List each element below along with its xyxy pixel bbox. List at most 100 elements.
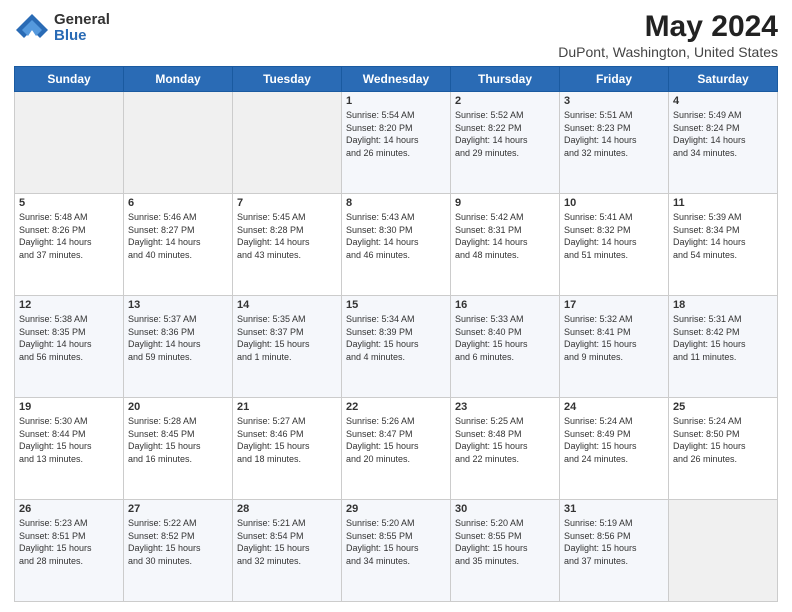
calendar-cell: 19Sunrise: 5:30 AM Sunset: 8:44 PM Dayli… [15,398,124,500]
main-title: May 2024 [558,10,778,44]
calendar-body: 1 Sunrise: 5:54 AM Sunset: 8:20 PM Daylig… [15,92,778,602]
calendar-cell: 18Sunrise: 5:31 AM Sunset: 8:42 PM Dayli… [669,296,778,398]
calendar-cell: 28 Sunrise: 5:21 AM Sunset: 8:54 PM Dayli… [233,500,342,602]
day-info: Sunrise: 5:45 AM Sunset: 8:28 PM Dayligh… [237,211,337,261]
day-info: Sunrise: 5:32 AM Sunset: 8:41 PM Dayligh… [564,313,664,363]
day-number: 31 [564,503,664,515]
day-number: 13 [128,299,228,311]
calendar-cell: 22 Sunrise: 5:26 AM Sunset: 8:47 PM Dayli… [342,398,451,500]
week-row-5: 26 Sunrise: 5:23 AM Sunset: 8:51 PM Dayli… [15,500,778,602]
day-info: Sunrise: 5:20 AM Sunset: 8:55 PM Dayligh… [346,517,446,567]
day-info: Sunrise: 5:24 AM Sunset: 8:50 PM Dayligh… [673,415,773,465]
day-number: 3 [564,95,664,107]
calendar-cell: 6Sunrise: 5:46 AM Sunset: 8:27 PM Daylig… [124,194,233,296]
calendar-cell: 23 Sunrise: 5:25 AM Sunset: 8:48 PM Dayli… [451,398,560,500]
logo-icon [14,10,50,46]
page: General Blue May 2024 DuPont, Washington… [0,0,792,612]
week-row-1: 1 Sunrise: 5:54 AM Sunset: 8:20 PM Daylig… [15,92,778,194]
calendar-cell [669,500,778,602]
day-info: Sunrise: 5:43 AM Sunset: 8:30 PM Dayligh… [346,211,446,261]
calendar-cell: 14Sunrise: 5:35 AM Sunset: 8:37 PM Dayli… [233,296,342,398]
day-info: Sunrise: 5:25 AM Sunset: 8:48 PM Dayligh… [455,415,555,465]
calendar-cell: 29Sunrise: 5:20 AM Sunset: 8:55 PM Dayli… [342,500,451,602]
calendar-cell: 15 Sunrise: 5:34 AM Sunset: 8:39 PM Dayli… [342,296,451,398]
calendar-cell: 30 Sunrise: 5:20 AM Sunset: 8:55 PM Dayli… [451,500,560,602]
day-info: Sunrise: 5:26 AM Sunset: 8:47 PM Dayligh… [346,415,446,465]
day-number: 24 [564,401,664,413]
day-number: 4 [673,95,773,107]
day-number: 1 [346,95,446,107]
day-number: 18 [673,299,773,311]
subtitle: DuPont, Washington, United States [558,44,778,60]
day-info: Sunrise: 5:54 AM Sunset: 8:20 PM Dayligh… [346,109,446,159]
logo-general-text: General [54,12,110,29]
calendar-cell: 27 Sunrise: 5:22 AM Sunset: 8:52 PM Dayli… [124,500,233,602]
calendar-cell: 8Sunrise: 5:43 AM Sunset: 8:30 PM Daylig… [342,194,451,296]
day-info: Sunrise: 5:48 AM Sunset: 8:26 PM Dayligh… [19,211,119,261]
calendar-cell: 9Sunrise: 5:42 AM Sunset: 8:31 PM Daylig… [451,194,560,296]
calendar-cell: 5 Sunrise: 5:48 AM Sunset: 8:26 PM Daylig… [15,194,124,296]
day-number: 5 [19,197,119,209]
day-number: 21 [237,401,337,413]
day-number: 10 [564,197,664,209]
calendar-cell [124,92,233,194]
days-of-week-row: SundayMondayTuesdayWednesdayThursdayFrid… [15,67,778,92]
day-info: Sunrise: 5:37 AM Sunset: 8:36 PM Dayligh… [128,313,228,363]
day-number: 16 [455,299,555,311]
calendar: SundayMondayTuesdayWednesdayThursdayFrid… [14,66,778,602]
header: General Blue May 2024 DuPont, Washington… [14,10,778,60]
day-info: Sunrise: 5:34 AM Sunset: 8:39 PM Dayligh… [346,313,446,363]
day-info: Sunrise: 5:33 AM Sunset: 8:40 PM Dayligh… [455,313,555,363]
day-number: 27 [128,503,228,515]
day-number: 12 [19,299,119,311]
day-info: Sunrise: 5:19 AM Sunset: 8:56 PM Dayligh… [564,517,664,567]
calendar-cell: 3Sunrise: 5:51 AM Sunset: 8:23 PM Daylig… [560,92,669,194]
day-number: 11 [673,197,773,209]
day-of-week-friday: Friday [560,67,669,92]
day-number: 28 [237,503,337,515]
day-info: Sunrise: 5:21 AM Sunset: 8:54 PM Dayligh… [237,517,337,567]
day-info: Sunrise: 5:46 AM Sunset: 8:27 PM Dayligh… [128,211,228,261]
logo-blue-text: Blue [54,28,110,45]
day-info: Sunrise: 5:20 AM Sunset: 8:55 PM Dayligh… [455,517,555,567]
calendar-cell: 25 Sunrise: 5:24 AM Sunset: 8:50 PM Dayli… [669,398,778,500]
calendar-cell: 24 Sunrise: 5:24 AM Sunset: 8:49 PM Dayli… [560,398,669,500]
day-of-week-wednesday: Wednesday [342,67,451,92]
day-info: Sunrise: 5:23 AM Sunset: 8:51 PM Dayligh… [19,517,119,567]
day-number: 17 [564,299,664,311]
day-number: 30 [455,503,555,515]
calendar-cell: 10Sunrise: 5:41 AM Sunset: 8:32 PM Dayli… [560,194,669,296]
day-info: Sunrise: 5:24 AM Sunset: 8:49 PM Dayligh… [564,415,664,465]
day-of-week-thursday: Thursday [451,67,560,92]
day-number: 22 [346,401,446,413]
day-info: Sunrise: 5:27 AM Sunset: 8:46 PM Dayligh… [237,415,337,465]
day-of-week-sunday: Sunday [15,67,124,92]
calendar-cell: 13 Sunrise: 5:37 AM Sunset: 8:36 PM Dayli… [124,296,233,398]
calendar-cell: 12Sunrise: 5:38 AM Sunset: 8:35 PM Dayli… [15,296,124,398]
calendar-cell [15,92,124,194]
day-info: Sunrise: 5:52 AM Sunset: 8:22 PM Dayligh… [455,109,555,159]
calendar-cell: 21 Sunrise: 5:27 AM Sunset: 8:46 PM Dayli… [233,398,342,500]
calendar-header: SundayMondayTuesdayWednesdayThursdayFrid… [15,67,778,92]
calendar-cell: 2Sunrise: 5:52 AM Sunset: 8:22 PM Daylig… [451,92,560,194]
calendar-cell: 26 Sunrise: 5:23 AM Sunset: 8:51 PM Dayli… [15,500,124,602]
calendar-cell: 31 Sunrise: 5:19 AM Sunset: 8:56 PM Dayli… [560,500,669,602]
logo-text: General Blue [54,12,110,45]
day-number: 23 [455,401,555,413]
week-row-2: 5 Sunrise: 5:48 AM Sunset: 8:26 PM Daylig… [15,194,778,296]
day-info: Sunrise: 5:39 AM Sunset: 8:34 PM Dayligh… [673,211,773,261]
day-info: Sunrise: 5:30 AM Sunset: 8:44 PM Dayligh… [19,415,119,465]
calendar-cell: 7 Sunrise: 5:45 AM Sunset: 8:28 PM Daylig… [233,194,342,296]
day-info: Sunrise: 5:22 AM Sunset: 8:52 PM Dayligh… [128,517,228,567]
calendar-cell: 4Sunrise: 5:49 AM Sunset: 8:24 PM Daylig… [669,92,778,194]
day-number: 20 [128,401,228,413]
day-of-week-saturday: Saturday [669,67,778,92]
day-number: 15 [346,299,446,311]
day-info: Sunrise: 5:28 AM Sunset: 8:45 PM Dayligh… [128,415,228,465]
day-number: 7 [237,197,337,209]
day-number: 26 [19,503,119,515]
calendar-cell: 1 Sunrise: 5:54 AM Sunset: 8:20 PM Daylig… [342,92,451,194]
day-number: 25 [673,401,773,413]
logo: General Blue [14,10,110,46]
day-info: Sunrise: 5:42 AM Sunset: 8:31 PM Dayligh… [455,211,555,261]
